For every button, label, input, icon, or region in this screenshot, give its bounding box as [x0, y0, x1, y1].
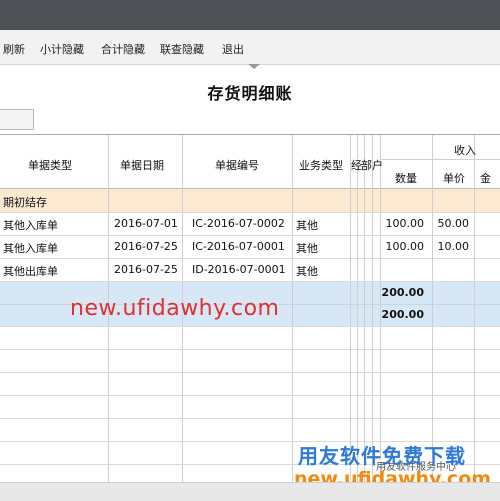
window-top-bar	[0, 0, 500, 30]
brand-slogan: 用友软件免费下载	[298, 444, 466, 468]
header-doc-no: 单据编号	[215, 159, 259, 172]
toolbar: 刷新 小计隐藏 合计隐藏 联查隐藏 退出	[0, 30, 500, 65]
row-2-date: 2016-07-25	[114, 240, 178, 253]
refresh-button[interactable]: 刷新	[3, 30, 25, 64]
filter-input[interactable]	[0, 109, 34, 130]
row-3-biz: 其他	[296, 265, 318, 278]
page-title: 存货明细账	[207, 84, 293, 103]
opening-band	[0, 189, 500, 212]
watermark-url: new.ufidawhy.com	[70, 296, 280, 321]
subtotal-qty: 200.00	[381, 286, 424, 299]
header-qty: 数量	[395, 172, 417, 185]
header-income: 收入	[454, 144, 476, 157]
row-2-no: IC-2016-07-0001	[192, 240, 285, 253]
hide-total-button[interactable]: 合计隐藏	[101, 30, 145, 64]
row-1-price: 50.00	[437, 217, 470, 230]
row-2-price: 10.00	[437, 240, 470, 253]
horizontal-scrollbar[interactable]	[0, 482, 500, 501]
hide-drilldown-button[interactable]: 联查隐藏	[160, 30, 204, 64]
header-biz-type: 业务类型	[299, 159, 343, 172]
header-cut-2: 部	[361, 159, 372, 172]
row-1-biz: 其他	[296, 219, 318, 232]
row-2-type: 其他入库单	[3, 242, 58, 255]
row-1-type: 其他入库单	[3, 219, 58, 232]
row-1-date: 2016-07-01	[114, 217, 178, 230]
header-price: 单价	[443, 172, 465, 185]
row-2-biz: 其他	[296, 242, 318, 255]
row-3-type: 其他出库单	[3, 265, 58, 278]
row-3-no: ID-2016-07-0001	[192, 263, 286, 276]
row-1-no: IC-2016-07-0002	[192, 217, 285, 230]
header-amount-cut: 金	[480, 172, 491, 185]
row-3-date: 2016-07-25	[114, 263, 178, 276]
hide-subtotal-button[interactable]: 小计隐藏	[40, 30, 84, 64]
exit-button[interactable]: 退出	[222, 30, 244, 64]
collapse-arrow-icon[interactable]	[248, 64, 260, 69]
header-doc-date: 单据日期	[120, 159, 164, 172]
opening-row-label: 期初结存	[3, 196, 47, 209]
total-qty: 200.00	[381, 308, 424, 321]
header-cut-3: 户	[372, 159, 383, 172]
header-doc-type: 单据类型	[28, 159, 72, 172]
